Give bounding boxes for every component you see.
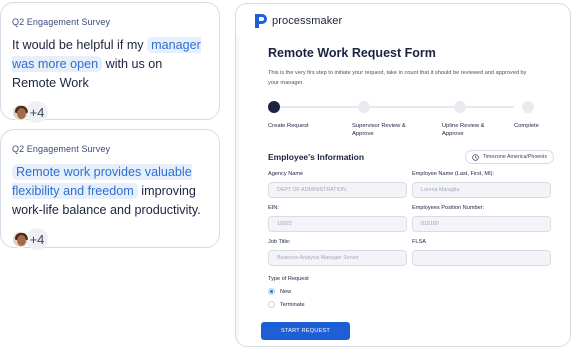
ein-input[interactable]: 19923 [268, 216, 407, 232]
radio-option-new[interactable]: New [268, 288, 561, 295]
field-flsa: FLSA [412, 236, 551, 270]
section-title: Employee's Information [268, 152, 365, 162]
field-label: FLSA [412, 239, 426, 245]
comment-text: It would be helpful if my [12, 38, 148, 52]
step-dot-supervisor-review [358, 101, 370, 113]
clock-icon [471, 153, 479, 161]
app-window: processmaker Remote Work Request Form Th… [235, 3, 571, 347]
timezone-label: Timezone America/Phoenix [482, 154, 547, 160]
start-request-button[interactable]: START REQUEST [261, 322, 350, 340]
survey-comment: It would be helpful if my manager was mo… [12, 36, 209, 93]
field-label: Agency Name [268, 171, 304, 177]
request-form: Remote Work Request Form This is the ver… [239, 37, 570, 346]
radio-label: New [280, 288, 292, 295]
brand-name: processmaker [272, 14, 343, 27]
field-employee-name: Employee Name (Last, First, MI): Lorena … [412, 168, 551, 202]
respondent-avatars: +4 [12, 228, 209, 250]
field-label: Employees Position Number: [412, 205, 485, 211]
respondent-avatars: +4 [12, 101, 209, 123]
avatar [12, 230, 29, 248]
field-label: Job Title: [268, 239, 291, 245]
survey-card: Q2 Engagement Survey It would be helpful… [0, 2, 220, 123]
field-label: EIN: [268, 205, 279, 211]
step-dot-complete [522, 101, 534, 113]
field-job-title: Job Title: Business Analysis Manager Sen… [268, 236, 407, 270]
avatar [12, 103, 29, 121]
radio-label: Terminate [280, 301, 305, 308]
app-body: Remote Work Request Form This is the ver… [236, 37, 570, 346]
survey-card: Q2 Engagement Survey Remote work provide… [0, 129, 220, 250]
app-header: processmaker [236, 4, 570, 37]
radio-button[interactable] [268, 301, 275, 308]
more-respondents-count: +4 [26, 228, 48, 250]
radio-option-terminate[interactable]: Terminate [268, 301, 561, 308]
field-position-number: Employees Position Number: 818180 [412, 202, 551, 236]
employee-name-input[interactable]: Lorena Maraglia [412, 182, 551, 198]
more-respondents-count: +4 [26, 101, 48, 123]
job-title-input[interactable]: Business Analysis Manager Senior [268, 250, 407, 266]
step-label-upline-review: Upline Review & Approve [442, 123, 485, 137]
request-type-label: Type of Request [268, 276, 309, 282]
employee-section-header: Employee's Information Timezone America/… [268, 150, 554, 164]
position-number-input[interactable]: 818180 [412, 216, 551, 232]
form-description: This is the very firs step to initiate y… [268, 70, 527, 86]
step-dot-upline-review [454, 101, 466, 113]
field-ein: EIN: 19923 [268, 202, 407, 236]
field-label: Employee Name (Last, First, MI): [412, 171, 495, 177]
timezone-chip[interactable]: Timezone America/Phoenix [464, 150, 554, 164]
survey-kicker: Q2 Engagement Survey [12, 17, 111, 27]
form-title: Remote Work Request Form [268, 46, 436, 60]
progress-stepper: Create Request Supervisor Review & Appro… [268, 101, 561, 145]
stepper-track [273, 106, 514, 108]
survey-comment: Remote work provides valuable flexibilit… [12, 163, 209, 220]
radio-button[interactable] [268, 288, 275, 295]
agency-name-input[interactable]: DEPT OF ADMINISTRATION [268, 182, 407, 198]
step-label-complete: Complete [514, 123, 539, 129]
flsa-input[interactable] [412, 250, 551, 266]
step-label-create-request: Create Request [268, 123, 309, 129]
processmaker-logo-icon [255, 13, 267, 28]
survey-kicker: Q2 Engagement Survey [12, 144, 111, 154]
step-label-supervisor-review: Supervisor Review & Approve [352, 123, 406, 137]
step-dot-create-request [268, 101, 280, 113]
field-agency-name: Agency Name DEPT OF ADMINISTRATION [268, 168, 407, 202]
employee-fields: Agency Name DEPT OF ADMINISTRATION Emplo… [268, 168, 551, 270]
